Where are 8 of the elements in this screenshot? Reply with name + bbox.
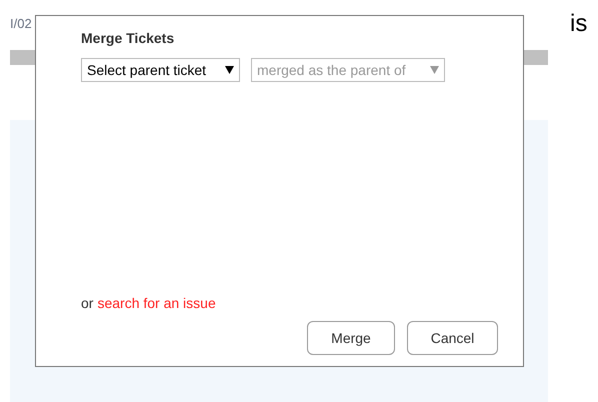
merge-button[interactable]: Merge	[307, 321, 395, 355]
date-text: I/02	[10, 16, 32, 31]
dialog-title: Merge Tickets	[81, 30, 174, 46]
dropdown[interactable]: Select parent ticket	[81, 58, 240, 82]
cancel-button[interactable]: Cancel	[407, 321, 498, 355]
search-prefix: or	[81, 294, 94, 313]
side-text: is	[570, 10, 588, 37]
search-link[interactable]: search for an issue	[97, 293, 216, 314]
